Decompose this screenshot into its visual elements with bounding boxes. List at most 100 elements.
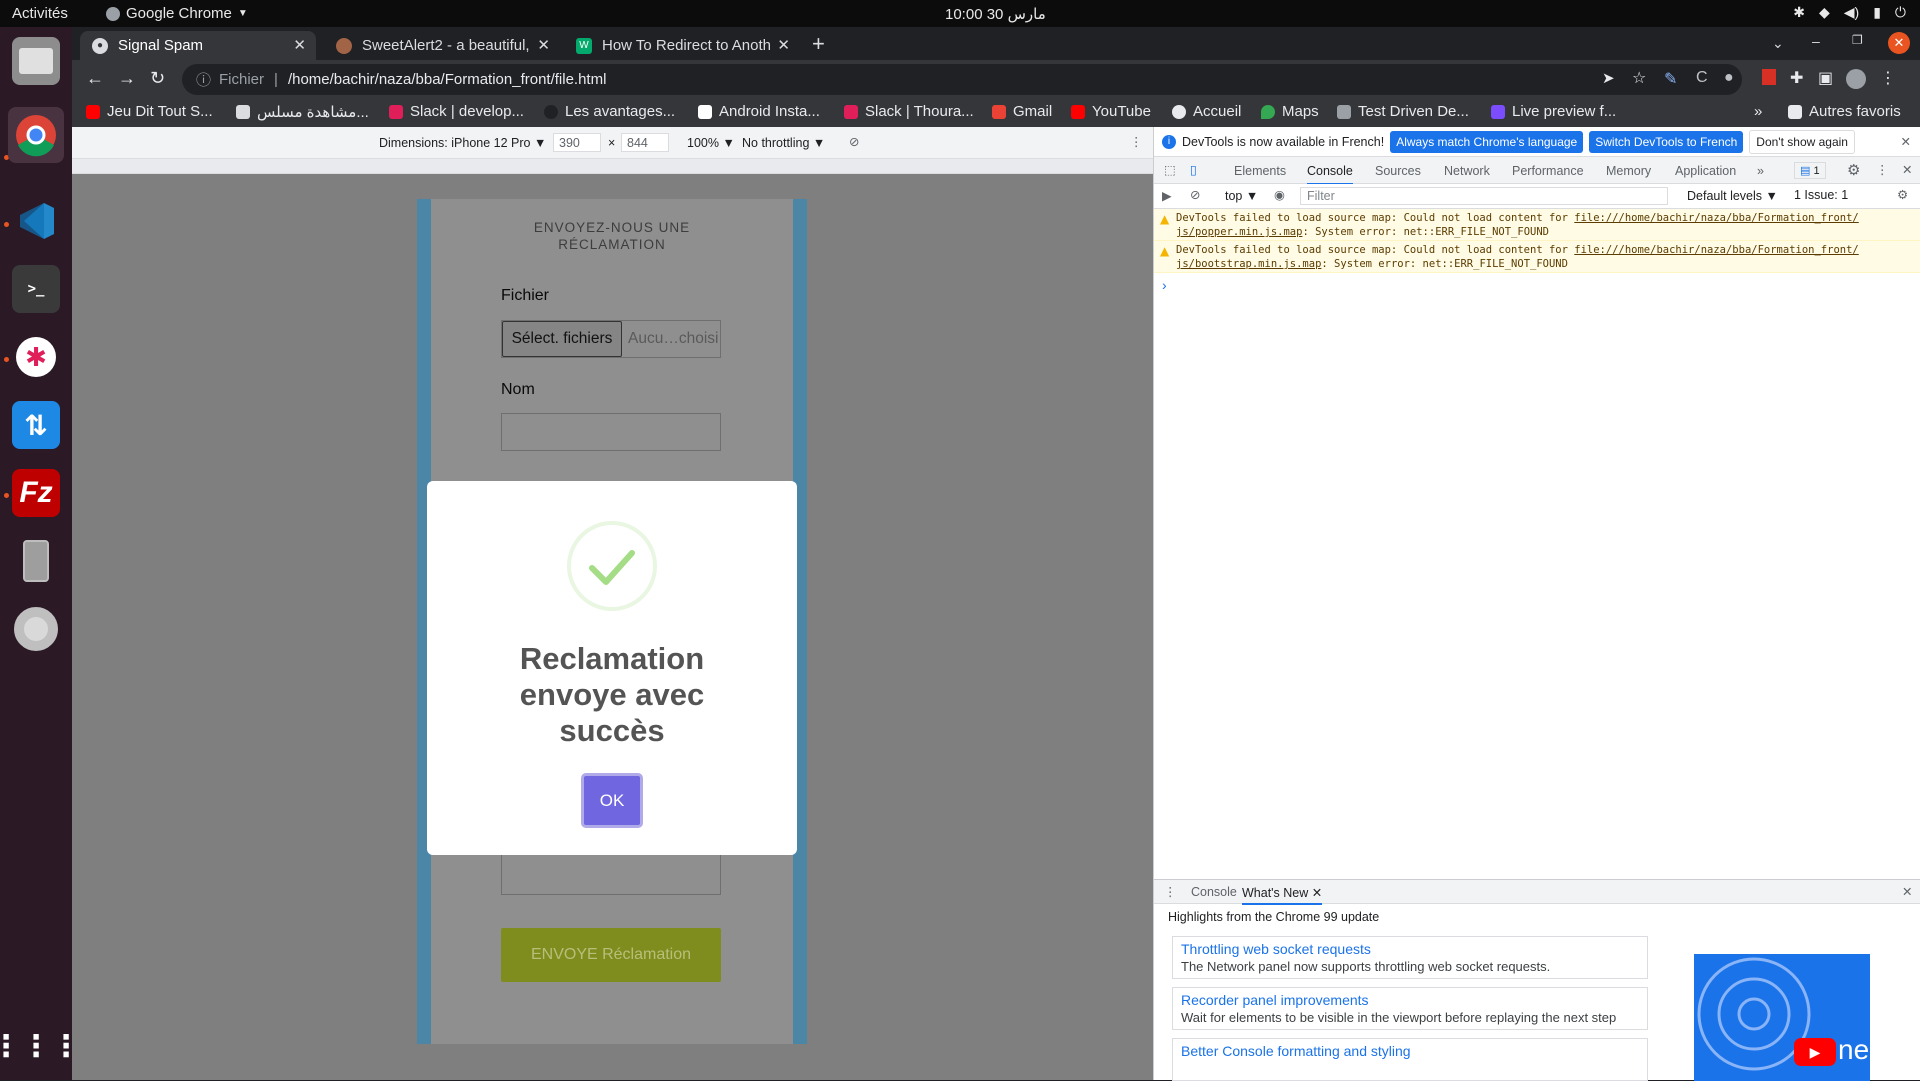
ok-button[interactable]: OK <box>581 773 643 828</box>
tab-console[interactable]: Console <box>1307 164 1353 185</box>
close-drawer-icon[interactable]: ✕ <box>1902 884 1912 899</box>
console-settings-icon[interactable]: ⚙ <box>1897 187 1908 202</box>
card-title[interactable]: Throttling web socket requests <box>1181 941 1639 957</box>
throttling-select[interactable]: No throttling ▼ <box>742 136 825 150</box>
new-tab-button[interactable]: + <box>812 31 825 57</box>
context-select[interactable]: top ▼ <box>1225 189 1258 203</box>
drawer-tab-whats-new[interactable]: What's New ✕ <box>1242 885 1323 905</box>
chrome-menu-icon[interactable]: ⋮ <box>1880 68 1896 88</box>
close-icon[interactable]: ✕ <box>777 36 790 54</box>
tab-redirect[interactable]: W How To Redirect to Anoth ✕ <box>564 31 800 60</box>
side-panel-icon[interactable]: ▣ <box>1818 68 1833 88</box>
app-menu[interactable]: Google Chrome ▼ <box>106 5 248 22</box>
whats-new-card[interactable]: Throttling web socket requests The Netwo… <box>1172 936 1648 979</box>
more-options-icon[interactable]: ⋮ <box>1130 134 1143 149</box>
activities-button[interactable]: Activités <box>12 5 68 22</box>
tab-memory[interactable]: Memory <box>1606 164 1651 178</box>
bookmark-item[interactable]: مشاهدة مسلس... <box>236 103 369 121</box>
dont-show-again-button[interactable]: Don't show again <box>1749 129 1855 154</box>
bookmark-item[interactable]: Maps <box>1261 103 1319 120</box>
close-icon[interactable]: ✕ <box>1312 886 1322 900</box>
bookmark-item[interactable]: Gmail <box>992 103 1052 120</box>
match-language-button[interactable]: Always match Chrome's language <box>1390 130 1584 153</box>
source-link[interactable]: js/popper.min.js.map <box>1176 226 1302 238</box>
width-input[interactable]: 390 <box>553 133 601 152</box>
maximize-button[interactable]: ❐ <box>1852 33 1863 47</box>
youtube-play-icon[interactable]: ▶ <box>1794 1038 1836 1066</box>
bookmark-item[interactable]: Slack | Thoura... <box>844 103 974 120</box>
extensions-puzzle-icon[interactable]: ✚ <box>1790 68 1803 88</box>
device-select[interactable]: Dimensions: iPhone 12 Pro ▼ <box>379 136 546 150</box>
back-icon[interactable]: ← <box>86 68 104 89</box>
bookmark-item[interactable]: Jeu Dit Tout S... <box>86 103 213 120</box>
sidebar-toggle-icon[interactable]: ▶ <box>1162 188 1172 203</box>
device-icon[interactable] <box>12 537 60 585</box>
levels-select[interactable]: Default levels ▼ <box>1687 189 1778 203</box>
bookmark-item[interactable]: Live preview f... <box>1491 103 1616 120</box>
whats-new-card[interactable]: Better Console formatting and styling <box>1172 1038 1648 1081</box>
more-tabs-icon[interactable]: » <box>1757 164 1764 178</box>
bookmark-item[interactable]: Test Driven De... <box>1337 103 1469 120</box>
star-icon[interactable]: ☆ <box>1632 68 1646 88</box>
extension-globe-icon[interactable]: ● <box>1724 69 1734 87</box>
bookmark-item[interactable]: Accueil <box>1172 103 1241 120</box>
tab-performance[interactable]: Performance <box>1512 164 1584 178</box>
tab-signal-spam[interactable]: ● Signal Spam ✕ <box>80 31 316 60</box>
device-toggle-icon[interactable]: ▯ <box>1190 162 1197 177</box>
console-prompt[interactable]: › <box>1162 277 1167 293</box>
height-input[interactable]: 844 <box>621 133 669 152</box>
close-icon[interactable]: ✕ <box>537 36 550 54</box>
chrome-dock-icon[interactable] <box>8 107 64 163</box>
switch-french-button[interactable]: Switch DevTools to French <box>1589 130 1744 153</box>
disc-icon[interactable] <box>12 605 60 653</box>
terminal-icon[interactable]: >_ <box>12 265 60 313</box>
clock[interactable]: مارس 30 10:00 <box>945 5 1046 23</box>
source-link[interactable]: js/bootstrap.min.js.map <box>1176 258 1321 270</box>
inspect-icon[interactable]: ⬚ <box>1164 162 1176 177</box>
tab-sweetalert[interactable]: SweetAlert2 - a beautiful, ✕ <box>324 31 560 60</box>
settings-icon[interactable]: ⚙ <box>1847 161 1860 179</box>
issues-badge[interactable]: ▤ 1 <box>1794 162 1826 179</box>
extension-pen-icon[interactable]: ✎ <box>1664 69 1677 89</box>
tab-sources[interactable]: Sources <box>1375 164 1421 178</box>
slack-icon[interactable]: ✱ <box>12 333 60 381</box>
tab-application[interactable]: Application <box>1675 164 1736 178</box>
system-tray[interactable]: ✱ ◆ ◀) ▮ ⏻ <box>1793 4 1906 21</box>
tab-elements[interactable]: Elements <box>1234 164 1286 178</box>
zoom-select[interactable]: 100% ▼ <box>687 136 735 150</box>
tab-network[interactable]: Network <box>1444 164 1490 178</box>
minimize-button[interactable]: – <box>1812 33 1820 49</box>
clear-console-icon[interactable]: ⊘ <box>1190 187 1200 202</box>
send-icon[interactable]: ➤ <box>1602 69 1615 87</box>
vscode-icon[interactable] <box>12 197 60 245</box>
card-title[interactable]: Better Console formatting and styling <box>1181 1043 1639 1059</box>
source-link[interactable]: file:///home/bachir/naza/bba/Formation_f… <box>1574 244 1858 256</box>
eye-icon[interactable]: ◉ <box>1274 187 1285 202</box>
close-icon[interactable]: ✕ <box>1901 134 1911 149</box>
issues-button[interactable]: 1 Issue: 1 <box>1794 188 1848 202</box>
whats-new-card[interactable]: Recorder panel improvements Wait for ele… <box>1172 987 1648 1030</box>
other-bookmarks[interactable]: Autres favoris <box>1788 103 1901 120</box>
bookmark-item[interactable]: Android Insta... <box>698 103 820 120</box>
filter-input[interactable]: Filter <box>1300 187 1668 205</box>
source-link[interactable]: file:///home/bachir/naza/bba/Formation_f… <box>1574 212 1858 224</box>
extension-red-icon[interactable] <box>1762 69 1776 85</box>
drawer-tab-console[interactable]: Console <box>1191 885 1237 899</box>
video-thumbnail[interactable]: ▶ ne <box>1694 954 1870 1081</box>
tab-search-icon[interactable]: ⌄ <box>1772 35 1784 52</box>
forward-icon[interactable]: → <box>118 68 136 89</box>
close-window-button[interactable]: ✕ <box>1888 32 1910 54</box>
close-devtools-icon[interactable]: ✕ <box>1902 162 1912 177</box>
update-icon[interactable]: ⇅ <box>12 401 60 449</box>
app-grid-icon[interactable]: ⋮⋮⋮ <box>0 1022 81 1070</box>
profile-avatar[interactable] <box>1846 69 1866 89</box>
bookmark-item[interactable]: YouTube <box>1071 103 1151 120</box>
close-icon[interactable]: ✕ <box>293 36 306 54</box>
rotate-icon[interactable]: ⊘ <box>849 134 859 149</box>
reload-icon[interactable]: ↻ <box>150 68 165 89</box>
info-icon[interactable]: ⓘ <box>196 69 211 90</box>
card-title[interactable]: Recorder panel improvements <box>1181 992 1639 1008</box>
bookmark-item[interactable]: Slack | develop... <box>389 103 524 120</box>
drawer-menu-icon[interactable]: ⋮ <box>1164 884 1177 899</box>
devtools-menu-icon[interactable]: ⋮ <box>1876 162 1889 177</box>
